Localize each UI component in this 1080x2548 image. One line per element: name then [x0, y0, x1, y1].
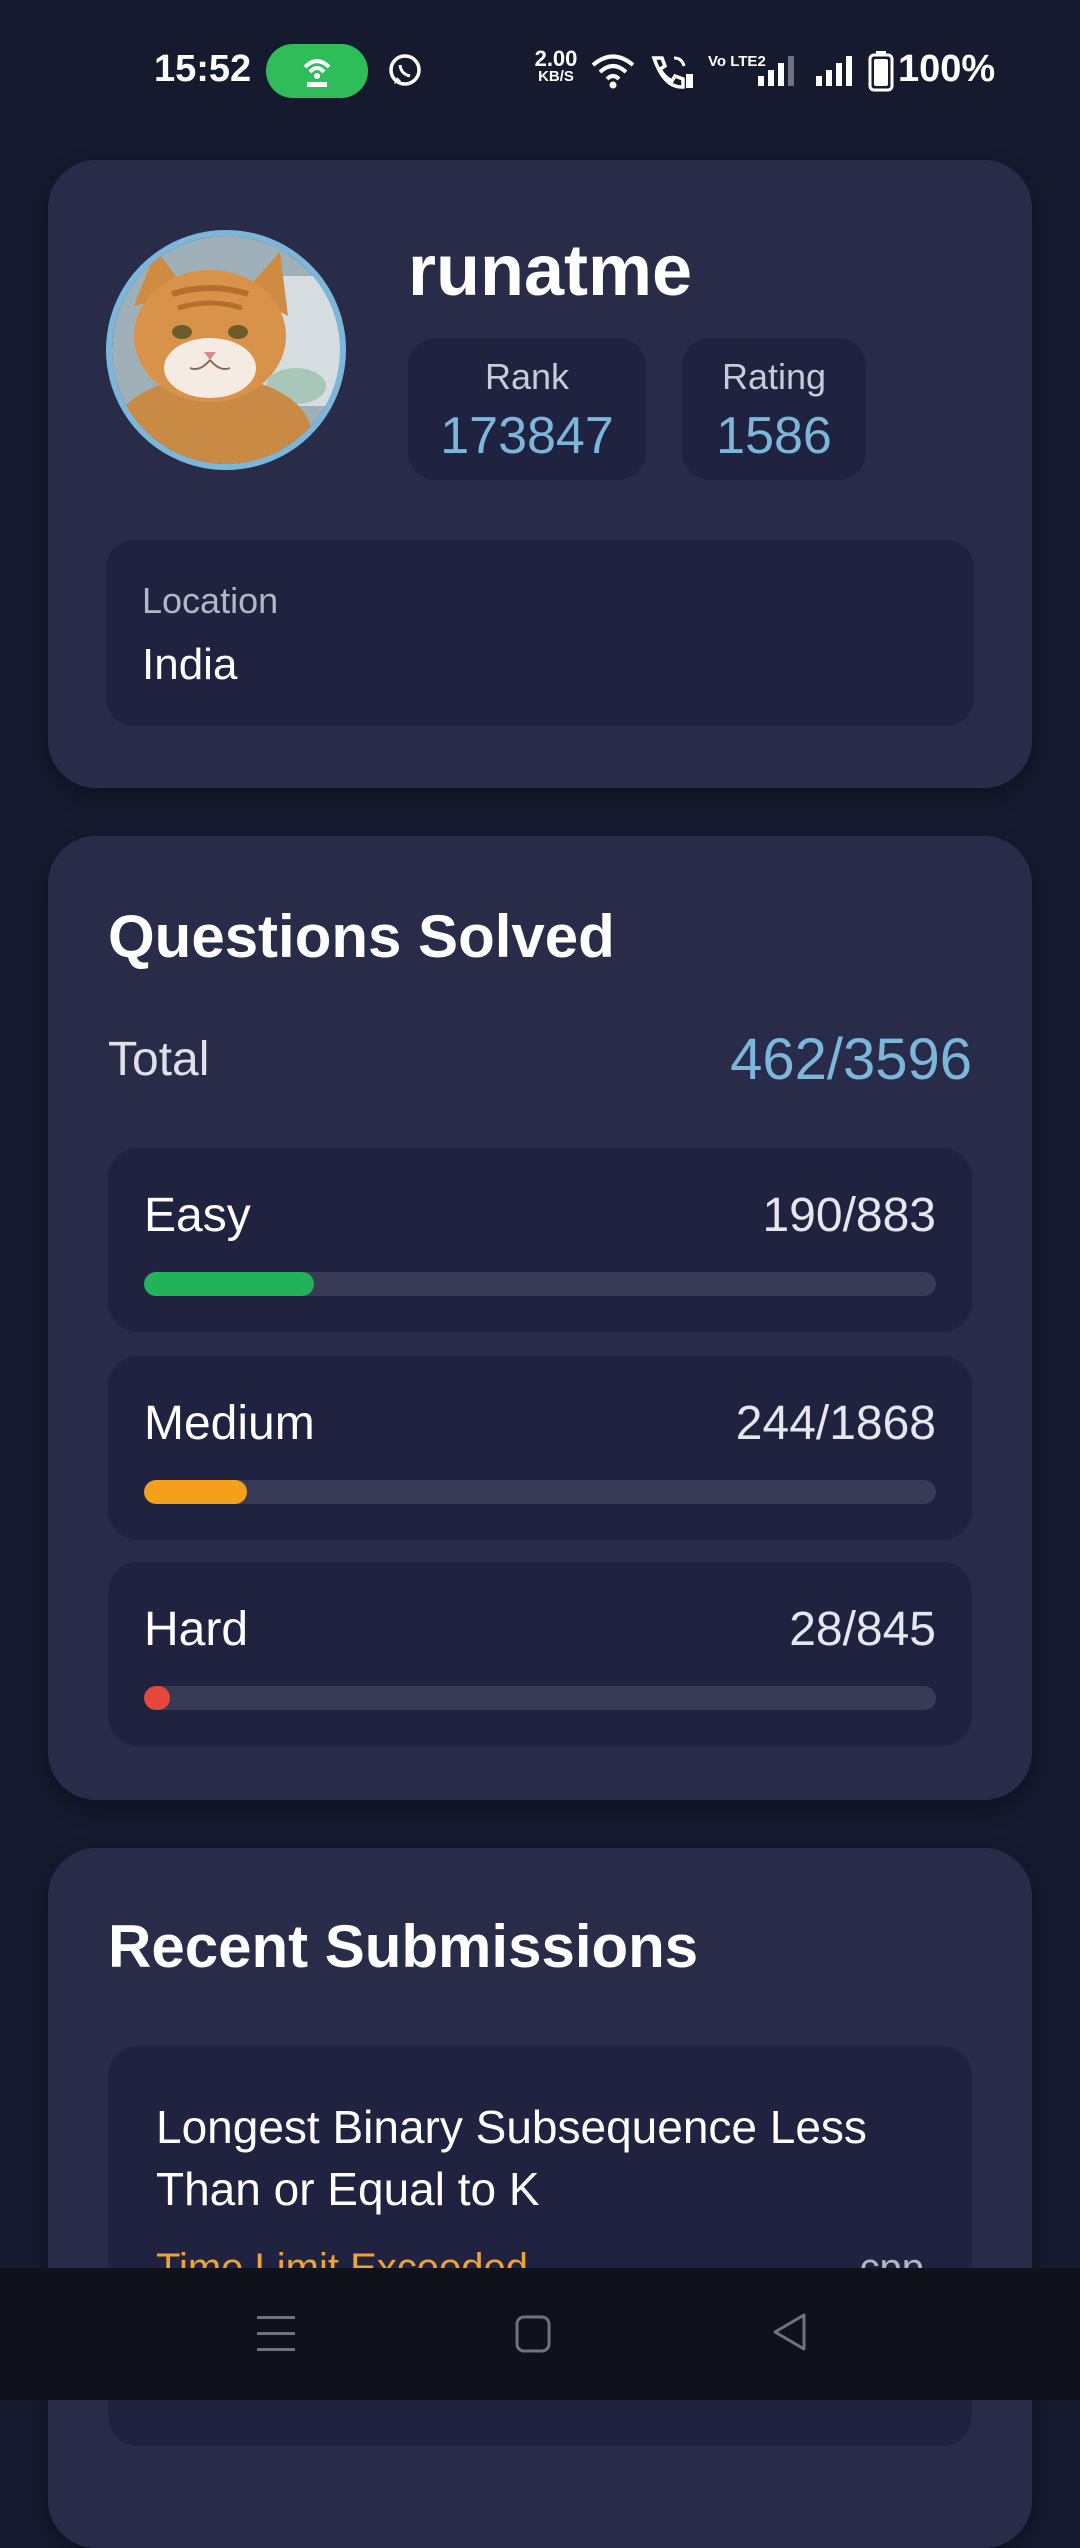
location-box: Location India: [106, 540, 974, 726]
avatar[interactable]: [106, 230, 346, 470]
submission-title: Longest Binary Subsequence Less Than or …: [156, 2101, 867, 2215]
total-label: Total: [108, 1033, 210, 1086]
difficulty-name: Hard: [144, 1603, 249, 1656]
progress-track: [144, 1480, 936, 1504]
signal-icon: [758, 56, 794, 86]
progress-fill: [144, 1272, 315, 1296]
signal-icon: [816, 56, 852, 86]
location-label: Location: [142, 580, 279, 621]
network-speed-value: 2.00: [534, 46, 578, 71]
difficulty-easy: Easy 190/883: [108, 1148, 972, 1332]
menu-icon[interactable]: [256, 2312, 296, 2356]
avatar-cat-image: [112, 236, 340, 464]
progress-track: [144, 1272, 936, 1296]
difficulty-count: 190/883: [762, 1189, 936, 1242]
difficulty-count: 28/845: [789, 1603, 936, 1656]
rank-value: 173847: [440, 407, 614, 465]
rating-box: Rating 1586: [682, 338, 866, 480]
whatsapp-icon: [389, 54, 421, 86]
rating-label: Rating: [721, 356, 827, 397]
home-icon[interactable]: [514, 2312, 552, 2356]
progress-track: [144, 1686, 936, 1710]
progress-fill: [144, 1686, 171, 1710]
difficulty-hard: Hard 28/845: [108, 1562, 972, 1746]
rank-label: Rank: [484, 356, 570, 397]
recent-submissions-title: Recent Submissions: [108, 1913, 699, 1980]
network-speed: 2.00 KB/S: [528, 46, 584, 86]
username: runatme: [408, 231, 693, 311]
rating-value: 1586: [716, 407, 832, 465]
difficulty-name: Medium: [144, 1397, 315, 1450]
navigation-bar: [0, 2268, 1080, 2400]
battery-level: 100%: [898, 48, 996, 90]
wifi-call-icon: [651, 56, 693, 89]
questions-solved-card: Questions Solved Total 462/3596 Easy 190…: [48, 836, 1032, 1800]
rank-box: Rank 173847: [408, 338, 646, 480]
recent-submissions-card: Recent Submissions Longest Binary Subseq…: [48, 1848, 1032, 2548]
location-value: India: [142, 640, 238, 689]
hotspot-icon: [303, 59, 331, 87]
total-value: 462/3596: [730, 1027, 972, 1092]
questions-solved-title: Questions Solved: [108, 903, 615, 970]
wifi-icon: [591, 54, 635, 89]
difficulty-count: 244/1868: [735, 1397, 936, 1450]
profile-card: runatme Rank 173847 Rating 1586 Location…: [48, 160, 1032, 788]
difficulty-medium: Medium 244/1868: [108, 1356, 972, 1540]
status-time: 15:52: [154, 48, 252, 90]
difficulty-name: Easy: [144, 1189, 251, 1242]
status-bar: 15:52 2.00 KB/S Vo LTE2 100%: [0, 0, 1080, 140]
battery-icon: [868, 51, 894, 92]
progress-fill: [144, 1480, 248, 1504]
back-icon[interactable]: [770, 2310, 810, 2354]
hotspot-indicator: [266, 44, 368, 98]
